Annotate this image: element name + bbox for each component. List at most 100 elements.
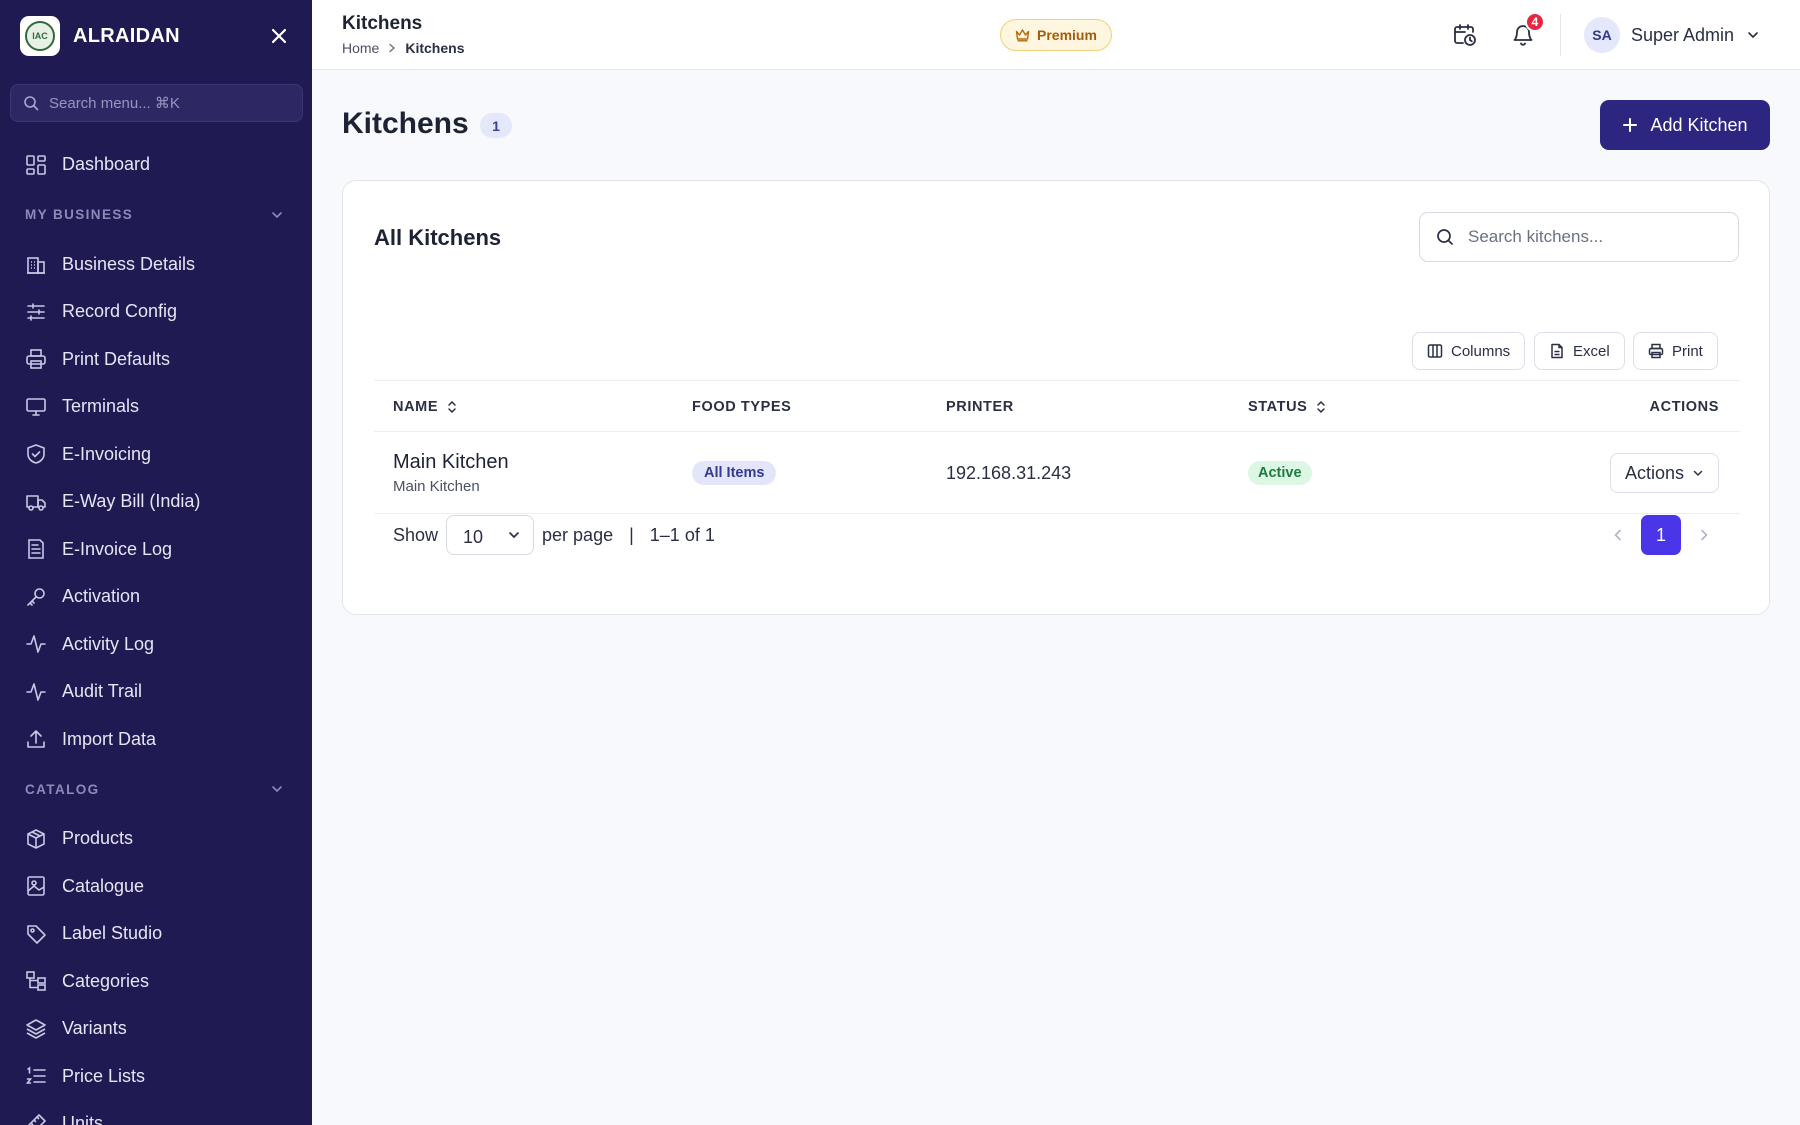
search-icon bbox=[1437, 229, 1453, 245]
sidebar-header: IAC ALRAIDAN bbox=[20, 15, 292, 57]
sort-icon bbox=[1317, 400, 1326, 414]
print-button[interactable]: Print bbox=[1633, 332, 1718, 370]
sidebar-item-label: Dashboard bbox=[62, 154, 151, 175]
sidebar-item-activation[interactable]: Activation bbox=[0, 573, 312, 621]
layers-icon bbox=[25, 1018, 47, 1040]
cell-name: Main Kitchen Main Kitchen bbox=[393, 432, 509, 514]
next-page-button[interactable] bbox=[1689, 515, 1719, 555]
close-sidebar-button[interactable] bbox=[266, 23, 292, 49]
row-actions-button[interactable]: Actions bbox=[1609, 453, 1719, 493]
column-header-label: FOOD TYPES bbox=[692, 399, 792, 415]
sidebar-item-units[interactable]: Units bbox=[0, 1100, 312, 1125]
page-range: 1–1 of 1 bbox=[649, 524, 715, 545]
section-my-business[interactable]: MY BUSINESS bbox=[0, 189, 312, 241]
section-title: MY BUSINESS bbox=[25, 207, 134, 222]
avatar: SA bbox=[1584, 17, 1620, 53]
breadcrumb-current: Kitchens bbox=[405, 40, 465, 56]
calendar-clock-button[interactable] bbox=[1450, 20, 1480, 50]
premium-badge[interactable]: Premium bbox=[1000, 19, 1112, 51]
truck-icon bbox=[25, 491, 47, 513]
sidebar-search[interactable] bbox=[10, 84, 303, 122]
sidebar-item-label: E-Invoice Log bbox=[62, 538, 173, 559]
sidebar-item-terminals[interactable]: Terminals bbox=[0, 383, 312, 431]
sidebar-item-label: Terminals bbox=[62, 396, 140, 417]
close-icon bbox=[271, 28, 287, 44]
brand-logo[interactable]: IAC bbox=[20, 16, 60, 56]
section-catalog[interactable]: CATALOG bbox=[0, 763, 312, 815]
sidebar-item-e-invoicing[interactable]: E-Invoicing bbox=[0, 431, 312, 479]
printer-icon bbox=[25, 348, 47, 370]
sidebar-item-import-data[interactable]: Import Data bbox=[0, 716, 312, 764]
shield-check-icon bbox=[25, 443, 47, 465]
excel-label: Excel bbox=[1573, 342, 1610, 360]
sidebar-item-dashboard[interactable]: Dashboard bbox=[0, 141, 312, 189]
user-menu[interactable]: SA Super Admin bbox=[1584, 17, 1760, 53]
add-kitchen-label: Add Kitchen bbox=[1650, 114, 1748, 135]
status-badge: Active bbox=[1248, 461, 1312, 485]
card-title: All Kitchens bbox=[374, 225, 502, 250]
per-page-select[interactable]: 10 bbox=[446, 515, 535, 555]
activity-icon bbox=[25, 633, 47, 655]
sidebar-item-variants[interactable]: Variants bbox=[0, 1005, 312, 1053]
chevron-down-icon bbox=[509, 532, 519, 539]
add-kitchen-button[interactable]: Add Kitchen bbox=[1600, 100, 1770, 150]
sidebar-item-label: Price Lists bbox=[62, 1065, 146, 1086]
print-label: Print bbox=[1672, 342, 1703, 360]
kitchen-search[interactable] bbox=[1419, 212, 1739, 262]
columns-button[interactable]: Columns bbox=[1412, 332, 1526, 370]
sidebar-item-audit-trail[interactable]: Audit Trail bbox=[0, 668, 312, 716]
columns-label: Columns bbox=[1451, 342, 1511, 360]
monitor-icon bbox=[25, 396, 47, 418]
export-excel-button[interactable]: Excel bbox=[1534, 332, 1625, 370]
pagination: Show 10 per page | 1–1 of 1 1 bbox=[374, 515, 1740, 555]
show-label: Show bbox=[393, 524, 439, 545]
sidebar-item-label-studio[interactable]: Label Studio bbox=[0, 910, 312, 958]
column-header-status[interactable]: STATUS bbox=[1248, 381, 1327, 433]
chevron-left-icon bbox=[1614, 529, 1621, 541]
sidebar-item-label: Categories bbox=[62, 970, 150, 991]
previous-page-button[interactable] bbox=[1603, 515, 1633, 555]
sidebar-item-label: Import Data bbox=[62, 728, 157, 749]
upload-icon bbox=[25, 728, 47, 750]
sidebar-nav: Dashboard MY BUSINESS Business Details R… bbox=[0, 141, 312, 1125]
box-icon bbox=[25, 828, 47, 850]
sliders-icon bbox=[25, 301, 47, 323]
sidebar-item-record-config[interactable]: Record Config bbox=[0, 288, 312, 336]
sidebar-item-label: Record Config bbox=[62, 301, 178, 322]
sidebar-item-catalogue[interactable]: Catalogue bbox=[0, 863, 312, 911]
sidebar-item-label: Audit Trail bbox=[62, 681, 143, 702]
sidebar-item-products[interactable]: Products bbox=[0, 815, 312, 863]
sidebar-item-business-details[interactable]: Business Details bbox=[0, 241, 312, 289]
user-name: Super Admin bbox=[1631, 24, 1735, 45]
sidebar-item-e-invoice-log[interactable]: E-Invoice Log bbox=[0, 526, 312, 574]
column-header-food-types: FOOD TYPES bbox=[692, 381, 791, 433]
sidebar-item-print-defaults[interactable]: Print Defaults bbox=[0, 336, 312, 384]
breadcrumb: Home Kitchens bbox=[342, 40, 464, 56]
receipt-icon bbox=[25, 538, 47, 560]
sidebar-item-categories[interactable]: Categories bbox=[0, 958, 312, 1006]
topbar-title: Kitchens bbox=[342, 13, 423, 34]
chevron-down-icon bbox=[1748, 32, 1758, 39]
sidebar-item-label: Activation bbox=[62, 586, 141, 607]
per-page-value: 10 bbox=[463, 526, 484, 547]
column-header-name[interactable]: NAME bbox=[393, 381, 458, 433]
sidebar-item-activity-log[interactable]: Activity Log bbox=[0, 621, 312, 669]
premium-label: Premium bbox=[1037, 27, 1097, 43]
sidebar-item-price-lists[interactable]: Price Lists bbox=[0, 1053, 312, 1101]
sidebar-item-label: Print Defaults bbox=[62, 348, 171, 369]
printer-icon bbox=[1648, 343, 1664, 359]
column-header-label: ACTIONS bbox=[1649, 399, 1719, 415]
sidebar-search-input[interactable] bbox=[49, 94, 302, 112]
breadcrumb-home-link[interactable]: Home bbox=[342, 40, 379, 56]
table-row[interactable]: Main Kitchen Main Kitchen All Items 192.… bbox=[374, 432, 1740, 514]
kitchen-count-badge: 1 bbox=[480, 113, 512, 138]
kitchen-search-input[interactable] bbox=[1468, 227, 1738, 247]
sort-icon bbox=[448, 400, 456, 414]
sidebar-item-label: Variants bbox=[62, 1018, 127, 1039]
table-header: NAME FOOD TYPES PRINTER STATUS ACTIONS bbox=[374, 380, 1740, 432]
kitchens-card: All Kitchens Columns Excel Print NAME FO… bbox=[342, 180, 1770, 615]
notifications-button[interactable]: 4 bbox=[1508, 12, 1545, 50]
page-button-current[interactable]: 1 bbox=[1641, 515, 1681, 555]
sidebar-item-e-way-bill[interactable]: E-Way Bill (India) bbox=[0, 478, 312, 526]
sidebar-item-label: Products bbox=[62, 828, 134, 849]
